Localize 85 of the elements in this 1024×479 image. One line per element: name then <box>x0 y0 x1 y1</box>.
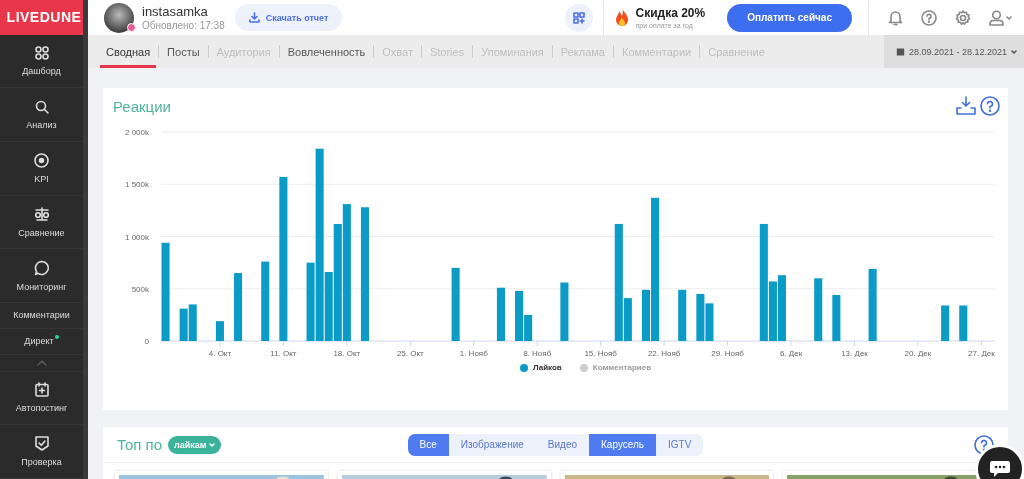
x-tick-label: 20. Дек <box>904 349 932 357</box>
bar <box>777 275 786 341</box>
x-tick-label: 25. Окт <box>396 349 424 357</box>
y-tick-label: 0 <box>144 337 149 346</box>
bar <box>215 321 224 341</box>
legend-item[interactable]: Комментариев <box>579 363 652 372</box>
y-tick-label: 1 500k <box>124 180 149 190</box>
bar <box>188 304 197 341</box>
sidebar-item[interactable]: Комментарии <box>0 303 83 329</box>
filter-tab[interactable]: IGTV <box>656 433 704 456</box>
pay-button[interactable]: Оплатить сейчас <box>727 3 852 32</box>
x-tick-label: 1. Нояб <box>459 349 488 357</box>
bar <box>678 289 687 341</box>
download-icon <box>248 12 260 23</box>
x-tick-label: 4. Окт <box>208 349 232 357</box>
sidebar-item[interactable]: Директ <box>0 328 83 355</box>
chat-icon <box>990 461 1010 477</box>
sidebar-item[interactable]: Мониторинг <box>0 249 83 304</box>
speech-bubble-icon <box>33 259 50 276</box>
promo-title: Скидка 20% <box>635 6 706 20</box>
bar <box>941 305 950 341</box>
user-icon <box>989 9 1004 26</box>
filter-tab[interactable]: Видео <box>535 433 590 456</box>
target-icon <box>34 152 49 168</box>
user-menu-button[interactable] <box>989 9 1012 26</box>
bar <box>814 278 823 341</box>
date-range-picker[interactable]: 28.09.2021 - 28.12.2021 <box>884 35 1024 68</box>
x-tick-label: 11. Окт <box>270 349 297 357</box>
x-tick-label: 27. Дек <box>968 349 995 357</box>
bar <box>705 303 714 341</box>
x-tick-label: 6. Дек <box>779 349 803 357</box>
bar <box>496 287 505 341</box>
card-title: Топ по <box>117 436 163 453</box>
status-dot-icon <box>127 22 136 32</box>
bar <box>832 295 841 341</box>
sidebar-item[interactable]: Дашборд <box>0 34 83 89</box>
legend-item[interactable]: Лайков <box>519 363 562 372</box>
x-tick-label: 13. Дек <box>841 349 868 357</box>
y-tick-label: 1 000k <box>124 232 149 242</box>
bar <box>234 273 243 341</box>
y-tick-label: 500k <box>131 284 149 294</box>
card-title: Реакции <box>112 97 172 115</box>
caret-icon <box>1006 15 1012 20</box>
sidebar-item[interactable]: KPI <box>0 142 83 196</box>
updated-time: Обновлено: 17:38 <box>142 20 225 31</box>
sidebar-item[interactable]: Анализ <box>0 88 83 143</box>
filter-tab[interactable]: Карусель <box>589 433 657 456</box>
sidebar-item[interactable]: Сравнение <box>0 195 83 250</box>
calendar-icon <box>896 47 905 56</box>
y-tick-label: 2 000k <box>124 128 149 137</box>
x-tick-label: 8. Нояб <box>523 349 552 357</box>
x-tick-label: 15. Нояб <box>584 349 617 357</box>
calendar-plus-icon <box>34 382 49 398</box>
scales-icon <box>33 206 50 222</box>
bell-icon[interactable] <box>888 9 903 26</box>
tab[interactable]: Сводная <box>100 35 157 68</box>
bar <box>959 305 968 341</box>
download-report-button[interactable]: Скачать отчет <box>234 4 343 31</box>
grid-plus-icon <box>573 11 586 24</box>
filter-tab[interactable]: Изображение <box>448 433 536 456</box>
caret-icon <box>208 442 215 447</box>
apps-button[interactable] <box>565 3 594 32</box>
chevron-up-icon <box>36 359 47 366</box>
tab[interactable]: Посты <box>161 35 206 68</box>
search-icon <box>34 99 49 114</box>
grid-icon <box>34 46 49 61</box>
caret-icon <box>1011 49 1018 54</box>
account-name: instasamka <box>142 4 209 19</box>
x-tick-label: 29. Нояб <box>711 349 744 357</box>
avatar[interactable] <box>104 2 134 33</box>
bar <box>179 308 188 341</box>
filter-tab[interactable]: Все <box>407 433 449 456</box>
shield-check-icon <box>34 436 49 452</box>
logo[interactable]: LIVEDUNE <box>0 0 83 35</box>
tab[interactable]: Вовлеченность <box>281 35 372 68</box>
download-icon[interactable] <box>956 96 976 116</box>
x-tick-label: 22. Нояб <box>647 349 681 357</box>
bar <box>560 282 569 341</box>
flame-icon <box>614 7 631 28</box>
x-tick-label: 18. Окт <box>333 349 361 357</box>
settings-icon[interactable] <box>955 9 971 26</box>
bar <box>696 294 705 341</box>
sort-dropdown[interactable]: лайкам <box>168 435 221 454</box>
sidebar-item[interactable]: Проверка <box>0 425 83 479</box>
sidebar-item[interactable]: Автопостинг <box>0 371 83 426</box>
